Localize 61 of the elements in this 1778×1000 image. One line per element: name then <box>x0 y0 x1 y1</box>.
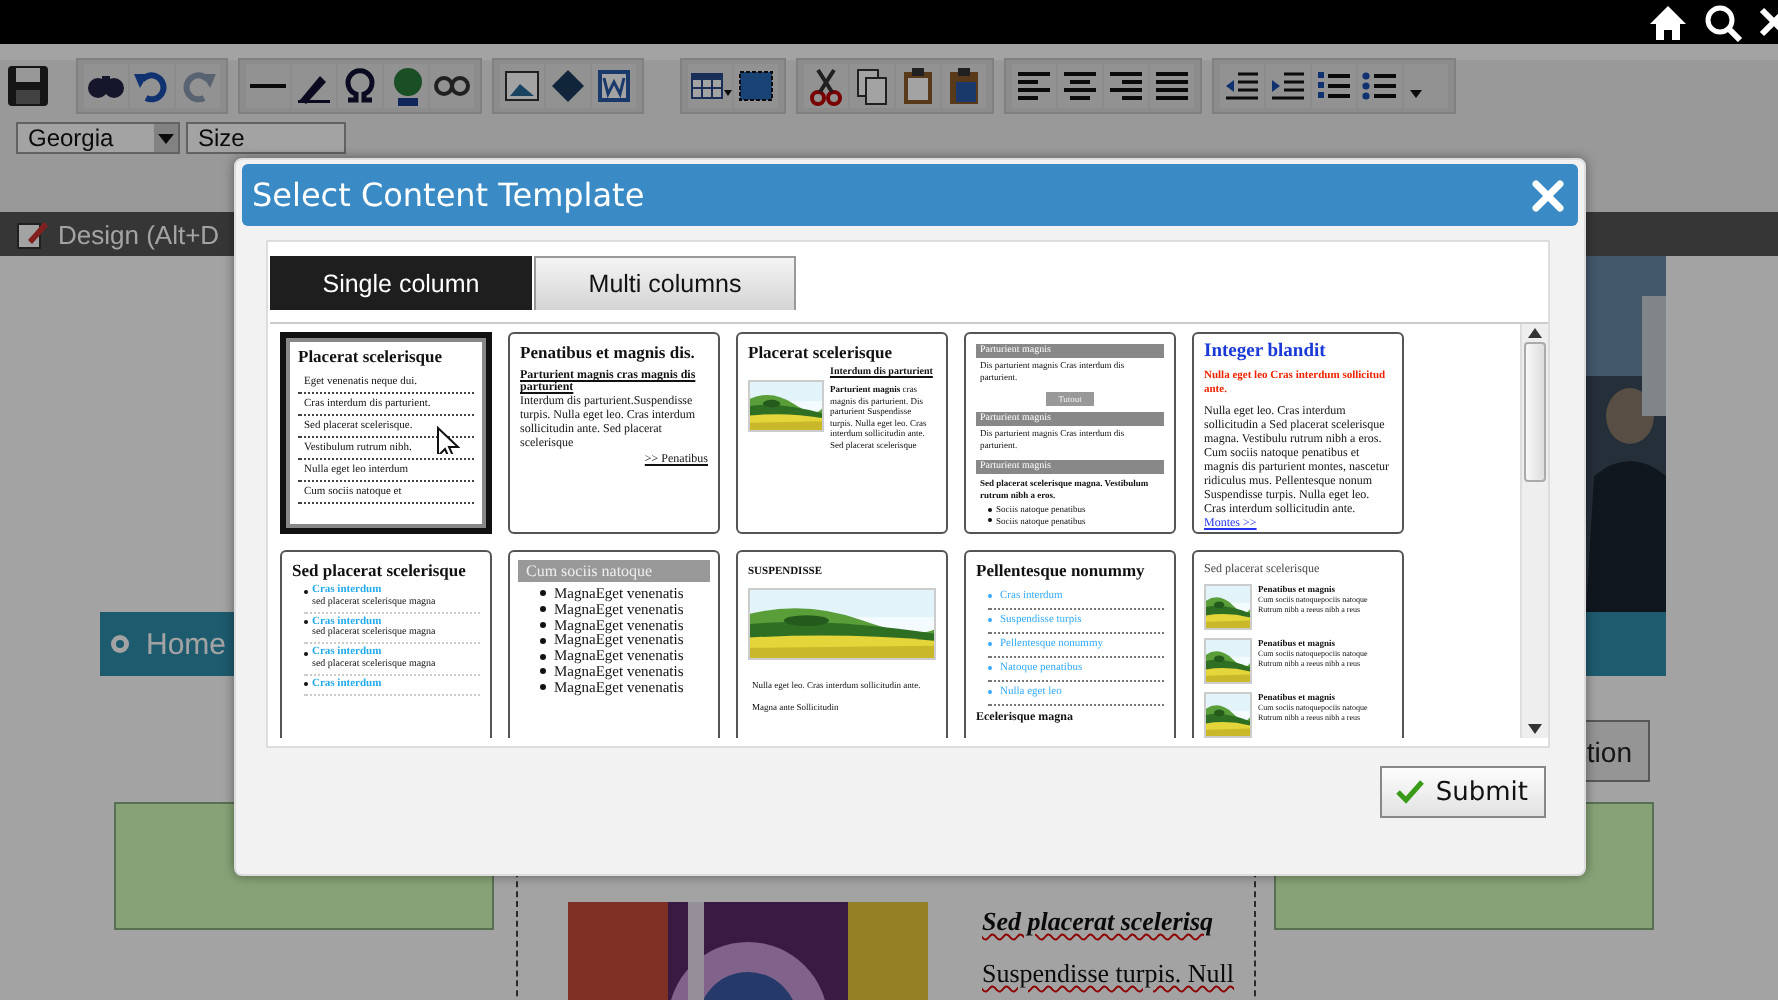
justify-icon[interactable] <box>1150 64 1194 108</box>
align-center-icon[interactable] <box>1058 64 1102 108</box>
checkmark-icon <box>1395 780 1424 804</box>
bullet-icon <box>540 668 546 675</box>
template-title: Placerat scelerisque <box>748 342 894 362</box>
undo-icon[interactable] <box>130 64 174 108</box>
select-all-icon[interactable] <box>734 64 778 108</box>
template-title: Sed placerat scelerisque <box>292 560 468 580</box>
submit-button[interactable]: Submit <box>1379 766 1546 818</box>
save-icon[interactable] <box>4 62 52 110</box>
unlink-icon[interactable] <box>430 64 474 108</box>
template-card[interactable] <box>1192 550 1404 738</box>
paste-word-icon[interactable] <box>942 64 986 108</box>
image-icon[interactable] <box>500 64 544 108</box>
search-icon[interactable] <box>1702 2 1746 42</box>
pen-icon[interactable] <box>292 64 336 108</box>
template-title: Integer blandit <box>1204 342 1328 362</box>
tab[interactable]: Single column <box>270 256 532 310</box>
table-icon[interactable] <box>688 64 732 108</box>
numbered-list-icon[interactable] <box>1312 64 1356 108</box>
template-card[interactable] <box>1192 332 1404 534</box>
diamond-icon[interactable] <box>546 64 590 108</box>
template-card[interactable] <box>964 332 1176 534</box>
scroll-thumb[interactable] <box>1524 341 1546 481</box>
scroll-down-icon[interactable] <box>1526 722 1544 738</box>
bullet-icon <box>540 684 546 691</box>
heading: Sed placerat scelerisq <box>982 906 1216 938</box>
bullet-icon <box>540 590 546 597</box>
section-header: Cum sociis natoque <box>518 560 710 582</box>
tab[interactable]: Multi columns <box>534 256 796 310</box>
align-left-icon[interactable] <box>1012 64 1056 108</box>
size-select[interactable]: Size <box>186 122 346 154</box>
omega-icon[interactable] <box>338 64 382 108</box>
template-title: Placerat scelerisque <box>298 346 444 366</box>
cursor-icon <box>436 426 460 454</box>
align-right-icon[interactable] <box>1104 64 1148 108</box>
close-icon[interactable] <box>1758 2 1778 42</box>
bullet-icon <box>540 653 546 660</box>
paste-icon[interactable] <box>896 64 940 108</box>
copy-icon[interactable] <box>850 64 894 108</box>
indent-icon[interactable] <box>1266 64 1310 108</box>
outdent-icon[interactable] <box>1220 64 1264 108</box>
bullet-icon <box>540 637 546 644</box>
bullet-icon <box>540 606 546 613</box>
find-icon[interactable] <box>84 64 128 108</box>
font-select[interactable]: Georgia <box>16 122 180 154</box>
mode-tab[interactable]: Design (Alt+D <box>0 212 220 256</box>
caret-icon[interactable] <box>1404 64 1448 108</box>
bullet-list-icon[interactable] <box>1358 64 1402 108</box>
dialog-title: Select Content Template <box>252 176 645 214</box>
bullet-icon <box>110 634 130 654</box>
template-title: Penatibus et magnis dis. <box>520 342 697 362</box>
scrollbar[interactable] <box>1520 324 1548 738</box>
dropdown-icon[interactable] <box>154 124 178 152</box>
template-title: Pellentesque nonummy <box>976 560 1147 580</box>
word-icon[interactable] <box>592 64 636 108</box>
bullet-icon <box>540 621 546 628</box>
body-text: Suspendisse turpis. Null <box>982 958 1235 990</box>
edit-icon[interactable] <box>16 218 48 250</box>
cut-icon[interactable] <box>804 64 848 108</box>
home-icon[interactable] <box>1646 2 1690 42</box>
